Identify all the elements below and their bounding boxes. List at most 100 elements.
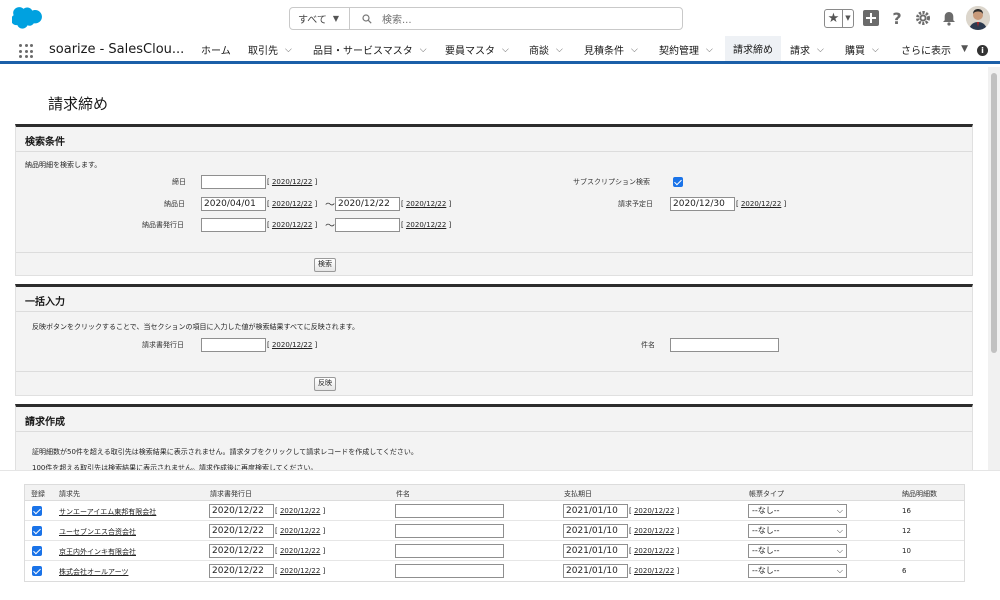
tab-home[interactable]: ホーム — [195, 36, 237, 63]
chevron-down-icon[interactable]: ⌵ — [706, 45, 713, 55]
delivery-date-from-input[interactable]: 2020/04/01 — [201, 197, 266, 211]
tab-purchasing[interactable]: 購買 ⌵ — [838, 36, 892, 63]
tab-contract-management[interactable]: 契約管理 ⌵ — [652, 36, 724, 63]
date-link[interactable]: 2020/12/22 — [634, 527, 674, 535]
scrollbar-thumb[interactable] — [991, 73, 997, 353]
select-value: --なし-- — [752, 526, 780, 535]
date-link[interactable]: 2020/12/22 — [280, 567, 320, 575]
date-link[interactable]: 2020/12/22 — [272, 341, 312, 349]
tab-staff-master[interactable]: 要員マスタ ⌵ — [437, 36, 517, 63]
delivery-date-to-input[interactable]: 2020/12/22 — [335, 197, 400, 211]
form-type-select[interactable]: --なし-- ⌵ — [748, 504, 847, 518]
select-value: --なし-- — [752, 566, 780, 575]
salesforce-logo-icon[interactable] — [12, 7, 44, 29]
date-link[interactable]: 2020/12/22 — [272, 200, 312, 208]
chevron-down-icon[interactable]: ⌵ — [556, 45, 563, 55]
section-title: 請求作成 — [16, 407, 972, 432]
issue-date-input[interactable]: 2020/12/22 — [209, 564, 274, 578]
date-link[interactable]: 2020/12/22 — [406, 200, 446, 208]
chevron-down-icon[interactable]: ▼ — [961, 44, 968, 54]
due-date-input[interactable]: 2021/01/10 — [563, 524, 628, 538]
issue-date-link: [ 2020/12/22 ] — [275, 567, 326, 575]
chevron-down-icon[interactable]: ⌵ — [285, 45, 292, 55]
closing-date-input[interactable] — [201, 175, 266, 189]
global-search: すべて ▼ 検索... — [289, 7, 683, 30]
form-type-select[interactable]: --なし-- ⌵ — [748, 564, 847, 578]
subject-input[interactable] — [670, 338, 779, 352]
search-input[interactable]: 検索... — [350, 8, 682, 29]
favorites-button[interactable]: ★ ▼ — [824, 8, 854, 28]
date-link[interactable]: 2020/12/22 — [634, 507, 674, 515]
date-link[interactable]: 2020/12/22 — [280, 547, 320, 555]
chevron-down-icon[interactable]: ⌵ — [817, 45, 824, 55]
chevron-down-icon[interactable]: ⌵ — [872, 45, 879, 55]
table-row: 京王内外インキ有限会社 2020/12/22 [ 2020/12/22 ] 20… — [25, 541, 964, 561]
date-link[interactable]: 2020/12/22 — [741, 200, 781, 208]
chevron-down-icon[interactable]: ⌵ — [631, 45, 638, 55]
tab-billing-close[interactable]: 請求締め — [725, 36, 781, 64]
due-date-input[interactable]: 2021/01/10 — [563, 564, 628, 578]
closing-date-today-link: [ 2020/12/22 ] — [267, 178, 318, 186]
form-type-select[interactable]: --なし-- ⌵ — [748, 544, 847, 558]
issue-date-input[interactable]: 2020/12/22 — [209, 524, 274, 538]
date-link[interactable]: 2020/12/22 — [272, 178, 312, 186]
date-link[interactable]: 2020/12/22 — [634, 567, 674, 575]
account-link: 株式会社オールアーツ — [59, 568, 129, 576]
column-header: 帳票タイプ — [749, 490, 784, 498]
issue-date-from-input[interactable] — [201, 218, 266, 232]
tab-more[interactable]: さらに表示 — [895, 36, 955, 63]
date-link[interactable]: 2020/12/22 — [280, 527, 320, 535]
subject-input[interactable] — [395, 524, 504, 538]
due-date-input[interactable]: 2021/01/10 — [563, 544, 628, 558]
help-icon[interactable]: ? — [888, 9, 906, 28]
date-link[interactable]: 2020/12/22 — [280, 507, 320, 515]
register-checkbox[interactable] — [32, 506, 42, 516]
chevron-down-icon[interactable]: ⌵ — [502, 45, 509, 55]
vertical-scrollbar[interactable] — [988, 67, 1000, 470]
add-icon[interactable] — [862, 9, 880, 27]
app-launcher-icon[interactable] — [19, 44, 33, 58]
date-link[interactable]: 2020/12/22 — [406, 221, 446, 229]
gear-icon[interactable] — [914, 9, 932, 27]
range-separator: 〜 — [325, 221, 335, 232]
register-checkbox[interactable] — [32, 546, 42, 556]
tab-quote-conditions[interactable]: 見積条件 ⌵ — [578, 36, 650, 63]
tab-opportunities[interactable]: 商談 ⌵ — [521, 36, 575, 63]
due-date-input[interactable]: 2021/01/10 — [563, 504, 628, 518]
bell-icon[interactable] — [940, 9, 958, 27]
tab-accounts[interactable]: 取引先 ⌵ — [240, 36, 302, 63]
planned-date-input[interactable]: 2020/12/30 — [670, 197, 735, 211]
tab-label: 見積条件 — [584, 46, 624, 57]
info-icon[interactable]: i — [977, 45, 988, 56]
due-date-link: [ 2020/12/22 ] — [629, 507, 680, 515]
closing-date-label: 締日 — [172, 178, 186, 186]
search-scope-dropdown[interactable]: すべて ▼ — [290, 8, 350, 29]
chevron-down-icon: ⌵ — [836, 546, 843, 555]
star-icon: ★ — [825, 9, 843, 27]
issue-date-input[interactable]: 2020/12/22 — [209, 504, 274, 518]
chevron-down-icon[interactable]: ▼ — [843, 10, 853, 27]
tab-billing[interactable]: 請求 ⌵ — [783, 36, 833, 63]
subject-input[interactable] — [395, 504, 504, 518]
avatar[interactable] — [966, 6, 990, 30]
table-row: 株式会社オールアーツ 2020/12/22 [ 2020/12/22 ] 202… — [25, 561, 964, 581]
chevron-down-icon[interactable]: ⌵ — [420, 45, 427, 55]
subject-input[interactable] — [395, 544, 504, 558]
tab-item-service-master[interactable]: 品目・サービスマスタ ⌵ — [305, 36, 433, 63]
issue-date-input[interactable]: 2020/12/22 — [209, 544, 274, 558]
item-count: 16 — [902, 507, 911, 515]
subject-input[interactable] — [395, 564, 504, 578]
item-count: 12 — [902, 527, 911, 535]
tab-label: ホーム — [201, 46, 231, 57]
bulk-issue-date-input[interactable] — [201, 338, 266, 352]
date-link[interactable]: 2020/12/22 — [272, 221, 312, 229]
form-type-select[interactable]: --なし-- ⌵ — [748, 524, 847, 538]
planned-date-link: [ 2020/12/22 ] — [736, 200, 787, 208]
issue-date-to-input[interactable] — [335, 218, 400, 232]
apply-button[interactable]: 反映 — [314, 377, 336, 391]
subscription-checkbox[interactable] — [673, 177, 683, 187]
date-link[interactable]: 2020/12/22 — [634, 547, 674, 555]
register-checkbox[interactable] — [32, 566, 42, 576]
search-button[interactable]: 検索 — [314, 258, 336, 272]
register-checkbox[interactable] — [32, 526, 42, 536]
